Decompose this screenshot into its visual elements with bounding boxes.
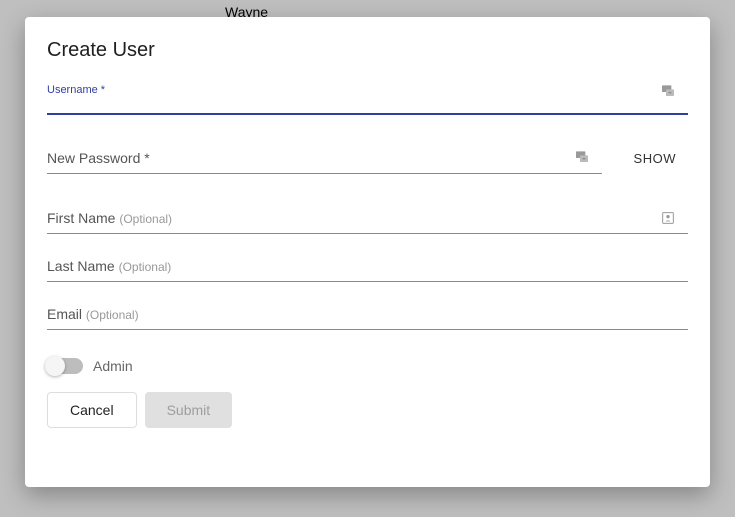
last-name-field[interactable]: Last Name (Optional)	[47, 258, 688, 282]
admin-toggle[interactable]	[47, 358, 83, 374]
submit-button[interactable]: Submit	[145, 392, 233, 428]
username-field[interactable]: Username *	[47, 84, 688, 115]
create-user-modal: Create User Username * New Password * SH…	[25, 17, 710, 487]
admin-toggle-label: Admin	[93, 358, 133, 374]
toggle-knob	[45, 356, 65, 376]
password-field[interactable]: New Password *	[47, 150, 602, 174]
cancel-button[interactable]: Cancel	[47, 392, 137, 428]
first-name-field[interactable]: First Name (Optional)	[47, 210, 688, 234]
email-field[interactable]: Email (Optional)	[47, 306, 688, 330]
show-password-button[interactable]: SHOW	[622, 147, 688, 174]
modal-title: Create User	[47, 39, 688, 62]
